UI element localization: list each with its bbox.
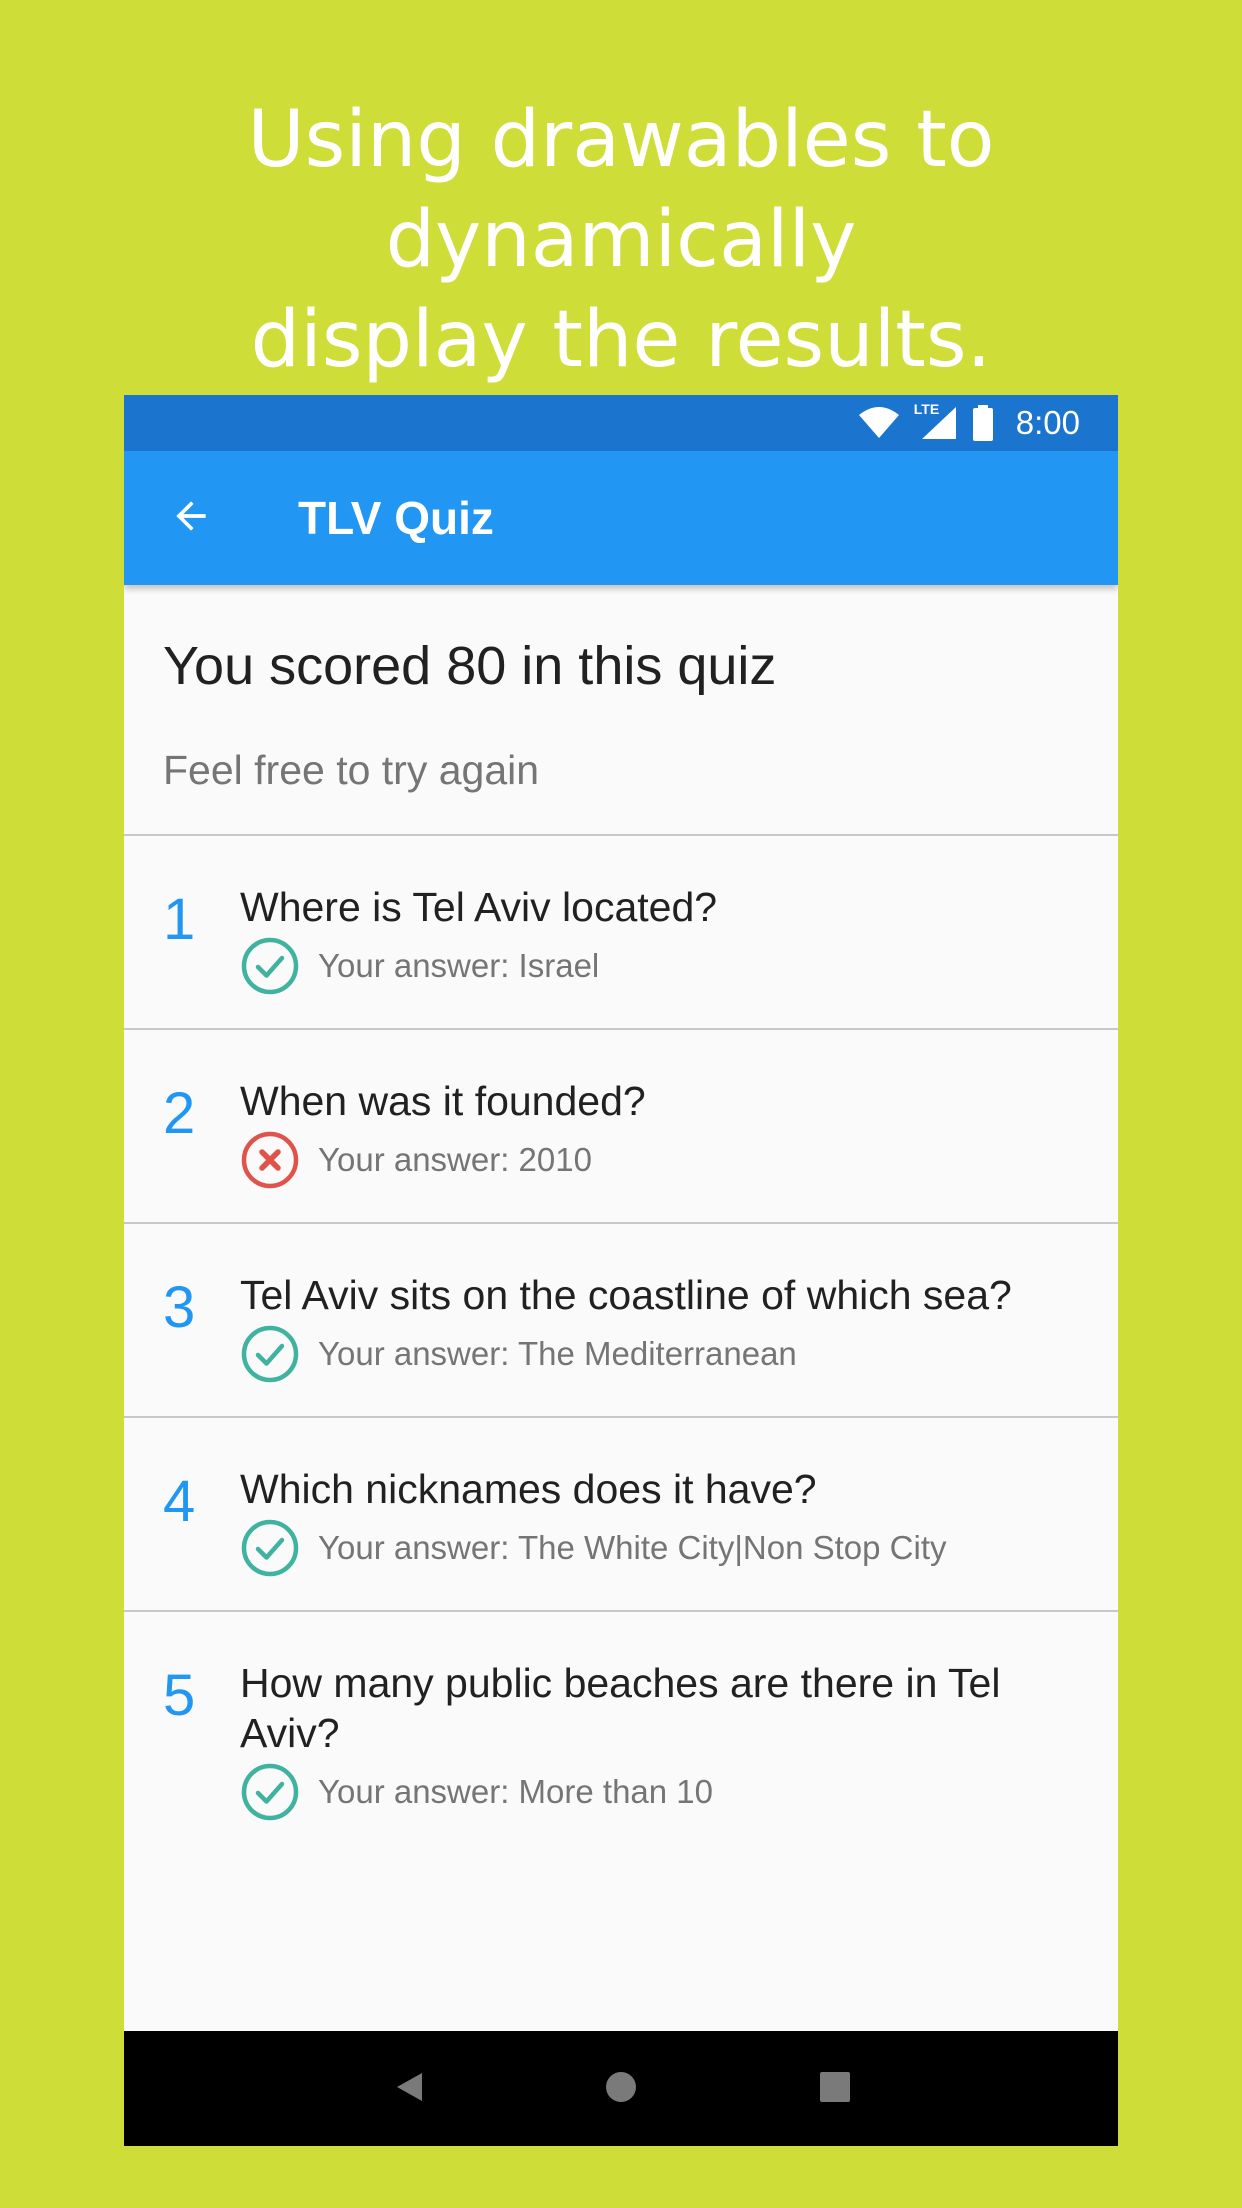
- question-text: Where is Tel Aviv located?: [240, 884, 718, 930]
- correct-check-icon: [240, 1518, 300, 1578]
- answer-text: Your answer: The Mediterranean: [318, 1335, 797, 1372]
- question-text: When was it founded?: [240, 1078, 646, 1124]
- result-item-5[interactable]: 5 How many public beaches are there in T…: [124, 1612, 1118, 1912]
- back-triangle-icon: [392, 2070, 426, 2108]
- score-subtitle: Feel free to try again: [163, 747, 540, 793]
- nav-home-button[interactable]: [561, 2031, 681, 2146]
- lte-signal-icon: LTE: [914, 401, 958, 441]
- question-number: 3: [163, 1275, 196, 1340]
- question-number: 1: [163, 887, 196, 952]
- battery-icon: [972, 405, 994, 441]
- back-button[interactable]: [124, 451, 258, 585]
- result-item-4[interactable]: 4 Which nicknames does it have? Your ans…: [124, 1418, 1118, 1612]
- device-screen: LTE 8:00 TLV Quiz You scored 80 in this …: [124, 395, 1118, 2146]
- score-header: You scored 80 in this quiz Feel free to …: [124, 585, 1118, 836]
- results-list: 1 Where is Tel Aviv located? Your answer…: [124, 836, 1118, 1912]
- result-item-2[interactable]: 2 When was it founded? Your answer: 2010: [124, 1030, 1118, 1224]
- answer-text: Your answer: More than 10: [318, 1773, 714, 1810]
- answer-text: Your answer: The White City|Non Stop Cit…: [318, 1529, 947, 1566]
- status-clock: 8:00: [1015, 404, 1080, 441]
- score-title: You scored 80 in this quiz: [163, 636, 777, 696]
- app-title: TLV Quiz: [298, 492, 494, 544]
- question-number: 5: [163, 1663, 196, 1728]
- result-item-3[interactable]: 3 Tel Aviv sits on the coastline of whic…: [124, 1224, 1118, 1418]
- incorrect-x-icon: [240, 1130, 300, 1190]
- recents-square-icon: [819, 2071, 851, 2107]
- question-number: 2: [163, 1081, 196, 1146]
- correct-check-icon: [240, 936, 300, 996]
- question-text: How many public beaches are there in Tel…: [240, 1660, 1001, 1756]
- home-circle-icon: [604, 2070, 638, 2108]
- question-text: Which nicknames does it have?: [240, 1466, 817, 1512]
- question-text: Tel Aviv sits on the coastline of which …: [240, 1272, 1012, 1318]
- app-bar: TLV Quiz: [124, 451, 1118, 585]
- arrow-back-icon: [169, 494, 213, 542]
- wifi-icon: [858, 407, 900, 439]
- nav-recents-button[interactable]: [775, 2031, 895, 2146]
- answer-text: Your answer: Israel: [318, 947, 600, 984]
- promo-caption: Using drawables to dynamically display t…: [247, 95, 995, 385]
- correct-check-icon: [240, 1324, 300, 1384]
- result-item-1[interactable]: 1 Where is Tel Aviv located? Your answer…: [124, 836, 1118, 1030]
- correct-check-icon: [240, 1762, 300, 1822]
- answer-text: Your answer: 2010: [318, 1141, 592, 1178]
- lte-label: LTE: [913, 401, 940, 417]
- status-bar: LTE 8:00: [124, 395, 1118, 451]
- nav-back-button[interactable]: [349, 2031, 469, 2146]
- navigation-bar: [124, 2031, 1118, 2146]
- question-number: 4: [163, 1469, 196, 1534]
